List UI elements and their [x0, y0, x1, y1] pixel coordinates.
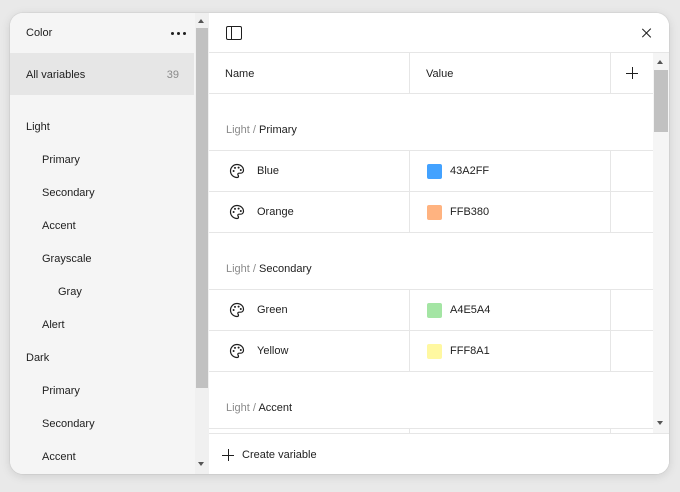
all-variables-count: 39 [166, 69, 179, 81]
sidebar-item-grayscale[interactable]: Grayscale [10, 243, 194, 276]
variable-value-cell[interactable]: A4E5A4 [410, 290, 611, 330]
group-separator: / [252, 263, 256, 275]
color-hex: 43A2FF [450, 165, 490, 177]
group-prefix: Light [226, 402, 250, 414]
palette-icon [229, 204, 245, 220]
table-row[interactable]: Yellow FFF8A1 [209, 331, 653, 372]
color-hex: A4E5A4 [450, 304, 491, 316]
palette-icon [229, 343, 245, 359]
table-scrollbar[interactable] [653, 53, 669, 433]
all-variables-label: All variables [26, 69, 86, 81]
variables-window: Color All variables 39 Light Primary Secon… [10, 13, 669, 474]
sidebar-item-label: Alert [42, 319, 65, 331]
main-panel: Name Value Light / Primary Blue 43A2FF Oran… [209, 13, 669, 474]
group-header: Light / Primary [209, 94, 653, 151]
add-column-button[interactable] [611, 53, 653, 93]
group-header: Light / Accent [209, 372, 653, 429]
group-path: Light / Primary [226, 124, 297, 136]
scroll-down-arrow[interactable] [198, 462, 204, 466]
sidebar-item-label: Accent [42, 220, 76, 232]
sidebar-item-label: Secondary [42, 187, 95, 199]
table-scroll-thumb[interactable] [654, 70, 668, 132]
create-variable-button[interactable]: Create variable [209, 433, 669, 474]
group-name: Secondary [259, 263, 312, 275]
variable-name: Orange [257, 206, 294, 218]
sidebar-item-secondary[interactable]: Secondary [10, 177, 194, 210]
sidebar: Color All variables 39 Light Primary Secon… [10, 13, 209, 474]
create-variable-label: Create variable [242, 449, 317, 461]
variable-name-cell[interactable]: Green [209, 290, 410, 330]
sidebar-item-accent[interactable]: Accent [10, 441, 194, 474]
sidebar-item-all-variables[interactable]: All variables 39 [10, 53, 194, 95]
group-name: Primary [259, 124, 297, 136]
variable-name-cell[interactable]: Yellow [209, 331, 410, 371]
column-header-name: Name [209, 53, 410, 93]
column-header-value: Value [410, 53, 611, 93]
more-options-icon[interactable] [169, 27, 187, 39]
group-prefix: Light [226, 124, 250, 136]
sidebar-item-label: Gray [58, 286, 82, 298]
scroll-up-arrow[interactable] [657, 60, 663, 64]
empty-cell [611, 192, 653, 232]
sidebar-item-label: Primary [42, 154, 80, 166]
table-row[interactable]: Blue 43A2FF [209, 151, 653, 192]
sidebar-item-gray[interactable]: Gray [10, 276, 194, 309]
sidebar-item-label: Primary [42, 385, 80, 397]
sidebar-item-label: Accent [42, 451, 76, 463]
table-row[interactable]: Orange FFB380 [209, 192, 653, 233]
collection-title: Color [26, 27, 53, 39]
group-name: Accent [258, 402, 293, 414]
variable-name: Blue [257, 165, 280, 177]
group-path: Light / Accent [226, 402, 292, 414]
color-swatch[interactable] [427, 344, 442, 359]
sidebar-scrollbar[interactable] [195, 13, 209, 474]
variable-name: Yellow [257, 345, 289, 357]
variable-value-cell[interactable]: 43A2FF [410, 151, 611, 191]
group-prefix: Light [226, 263, 250, 275]
color-hex: FFB380 [450, 206, 490, 218]
variable-value-cell[interactable]: FFF8A1 [410, 331, 611, 371]
table-row[interactable]: Green A4E5A4 [209, 290, 653, 331]
group-separator: / [252, 124, 256, 136]
variable-name-cell[interactable]: Orange [209, 192, 410, 232]
sidebar-item-alert[interactable]: Alert [10, 309, 194, 342]
sidebar-item-primary[interactable]: Primary [10, 375, 194, 408]
palette-icon [229, 302, 245, 318]
sidebar-header: Color [10, 13, 194, 53]
sidebar-item-secondary[interactable]: Secondary [10, 408, 194, 441]
variable-value-cell[interactable]: FFB380 [410, 192, 611, 232]
toggle-sidebar-icon[interactable] [226, 26, 242, 40]
scroll-down-arrow[interactable] [657, 421, 663, 425]
sidebar-item-label: Grayscale [42, 253, 92, 265]
top-bar [209, 13, 669, 53]
empty-cell [611, 331, 653, 371]
empty-cell [611, 290, 653, 330]
group-header: Light / Secondary [209, 233, 653, 290]
color-hex: FFF8A1 [450, 345, 490, 357]
sidebar-item-primary[interactable]: Primary [10, 144, 194, 177]
group-separator: / [252, 402, 256, 414]
variable-name-cell[interactable]: Blue [209, 151, 410, 191]
palette-icon [229, 163, 245, 179]
sidebar-item-dark[interactable]: Dark [10, 342, 194, 375]
table-header: Name Value [209, 53, 653, 94]
sidebar-scroll-thumb[interactable] [196, 28, 208, 388]
sidebar-item-label: Light [26, 121, 50, 133]
sidebar-item-label: Secondary [42, 418, 95, 430]
sidebar-item-light[interactable]: Light [10, 111, 194, 144]
sidebar-item-label: Dark [26, 352, 50, 364]
group-path: Light / Secondary [226, 263, 312, 275]
color-swatch[interactable] [427, 303, 442, 318]
empty-cell [611, 151, 653, 191]
close-icon[interactable] [640, 26, 654, 40]
scroll-up-arrow[interactable] [198, 19, 204, 23]
sidebar-item-accent[interactable]: Accent [10, 210, 194, 243]
plus-icon [222, 449, 234, 461]
color-swatch[interactable] [427, 205, 442, 220]
plus-icon [626, 67, 638, 79]
variable-name: Green [257, 304, 288, 316]
color-swatch[interactable] [427, 164, 442, 179]
